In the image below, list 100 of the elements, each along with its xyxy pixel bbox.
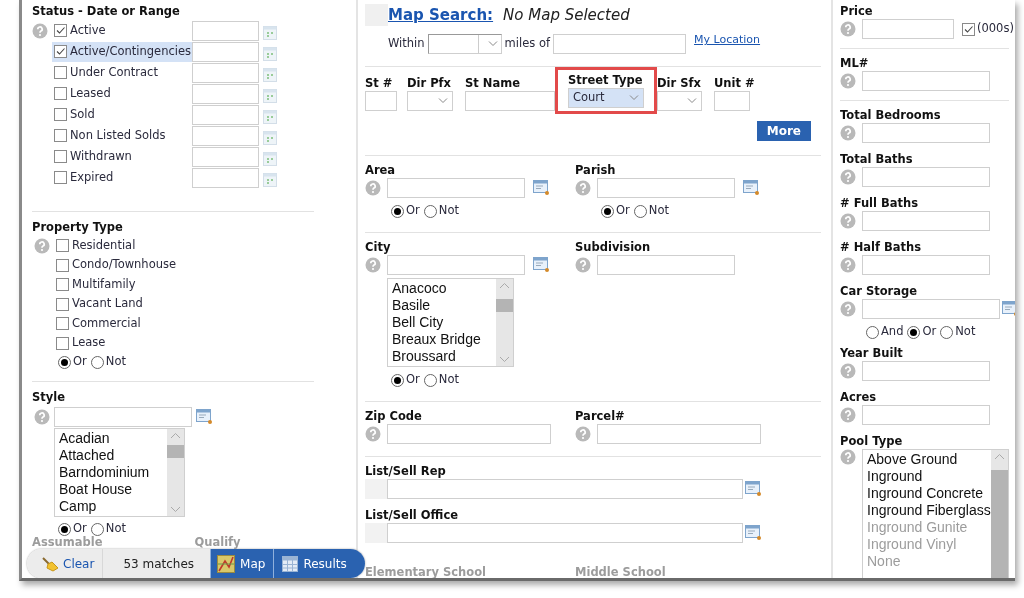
radio-button[interactable] — [940, 325, 954, 339]
input-field[interactable] — [387, 255, 525, 275]
input-field[interactable] — [714, 91, 750, 111]
input-field[interactable] — [862, 71, 990, 91]
status-option[interactable]: Active/Contingencies — [52, 41, 192, 62]
lookup-icon[interactable] — [743, 180, 760, 196]
input-field[interactable] — [553, 34, 686, 54]
status-option[interactable]: Non Listed Solds — [52, 125, 192, 146]
dropdown[interactable] — [407, 91, 453, 111]
checkbox[interactable] — [54, 150, 67, 163]
more-button[interactable]: More — [756, 121, 811, 141]
my-location-link[interactable]: My Location — [694, 33, 761, 47]
list-option[interactable]: Above Ground — [867, 451, 987, 468]
calendar-icon[interactable] — [263, 67, 277, 82]
help-icon[interactable] — [34, 237, 50, 254]
radio-button[interactable] — [866, 325, 879, 339]
help-icon[interactable] — [840, 257, 856, 273]
input-field[interactable] — [597, 255, 735, 275]
scrollbar-thumb[interactable] — [496, 299, 513, 312]
calendar-icon[interactable] — [263, 130, 277, 145]
input-field[interactable] — [862, 123, 990, 143]
input-field[interactable] — [862, 167, 990, 187]
checkbox[interactable] — [54, 108, 67, 121]
checkbox[interactable] — [962, 22, 975, 36]
input-field[interactable] — [862, 361, 990, 381]
scrollbar-thumb[interactable] — [167, 445, 184, 458]
radio-button[interactable] — [391, 204, 404, 218]
dropdown[interactable]: Court — [568, 88, 644, 108]
help-icon[interactable] — [32, 22, 48, 39]
help-icon[interactable] — [575, 257, 591, 273]
scrollbar-thumb[interactable] — [991, 470, 1008, 578]
date-field[interactable] — [192, 83, 259, 104]
lookup-icon[interactable] — [196, 409, 213, 425]
help-icon[interactable] — [575, 180, 591, 196]
checkbox[interactable] — [56, 336, 69, 350]
list-option[interactable]: Basile — [392, 297, 492, 314]
list-option[interactable]: Breaux Bridge — [392, 331, 492, 348]
help-icon[interactable] — [840, 73, 856, 89]
radio-button[interactable] — [391, 373, 404, 387]
date-field[interactable] — [192, 125, 259, 146]
help-icon[interactable] — [840, 169, 856, 185]
input-field[interactable] — [387, 178, 525, 198]
calendar-icon[interactable] — [263, 46, 277, 61]
list-option[interactable]: Barndominium — [59, 464, 163, 481]
checkbox[interactable] — [56, 239, 69, 253]
status-option[interactable]: Active — [52, 20, 192, 41]
radio-button[interactable] — [90, 355, 104, 369]
date-field[interactable] — [192, 20, 259, 41]
status-option[interactable]: Expired — [52, 167, 192, 188]
list-option[interactable]: Attached — [59, 447, 163, 464]
status-option[interactable]: Under Contract — [52, 62, 192, 83]
list-option[interactable]: Camp — [59, 498, 163, 515]
input-field[interactable] — [597, 424, 761, 444]
list-option[interactable]: Bell City — [392, 314, 492, 331]
input-field[interactable] — [862, 255, 990, 275]
input-field[interactable] — [387, 424, 551, 444]
radio-button[interactable] — [423, 204, 437, 218]
input-field[interactable] — [387, 523, 743, 543]
date-field[interactable] — [192, 104, 259, 125]
checkbox[interactable] — [56, 297, 69, 311]
input-field[interactable] — [465, 91, 555, 111]
input-field[interactable] — [862, 19, 954, 39]
lookup-icon[interactable] — [533, 257, 550, 273]
help-icon[interactable] — [575, 426, 591, 442]
checkbox[interactable] — [54, 87, 67, 100]
checkbox[interactable] — [54, 171, 67, 184]
checkbox[interactable] — [54, 45, 67, 58]
input-field[interactable] — [54, 407, 192, 427]
dropdown[interactable] — [657, 91, 702, 111]
help-icon[interactable] — [840, 407, 856, 423]
list-option[interactable]: Boat House — [59, 481, 163, 498]
lookup-icon[interactable] — [745, 481, 762, 497]
checkbox[interactable] — [56, 258, 69, 272]
input-field[interactable] — [597, 178, 735, 198]
date-field[interactable] — [192, 41, 259, 62]
list-option[interactable]: Inground — [867, 468, 987, 485]
help-icon[interactable] — [840, 21, 856, 37]
list-option[interactable]: Anacoco — [392, 280, 492, 297]
calendar-icon[interactable] — [263, 109, 277, 124]
lookup-icon[interactable] — [745, 525, 762, 541]
calendar-icon[interactable] — [263, 25, 277, 40]
date-field[interactable] — [192, 62, 259, 83]
input-field[interactable] — [862, 405, 990, 425]
checkbox[interactable] — [56, 278, 69, 292]
help-icon[interactable] — [365, 180, 381, 196]
radio-button[interactable] — [601, 204, 614, 218]
list-option[interactable]: Acadian — [59, 430, 163, 447]
status-option[interactable]: Leased — [52, 83, 192, 104]
help-icon[interactable] — [840, 213, 856, 229]
map-search-link[interactable]: Map Search: — [388, 5, 494, 24]
radio-button[interactable] — [423, 373, 437, 387]
radio-button[interactable] — [58, 355, 71, 369]
radio-button[interactable] — [907, 325, 921, 339]
help-icon[interactable] — [840, 363, 856, 379]
list-option[interactable]: Broussard — [392, 348, 492, 365]
lookup-icon[interactable] — [1002, 301, 1015, 317]
scrollbar[interactable] — [496, 279, 513, 366]
checkbox[interactable] — [54, 129, 67, 142]
input-field[interactable] — [365, 91, 397, 111]
scrollbar[interactable] — [167, 429, 184, 516]
